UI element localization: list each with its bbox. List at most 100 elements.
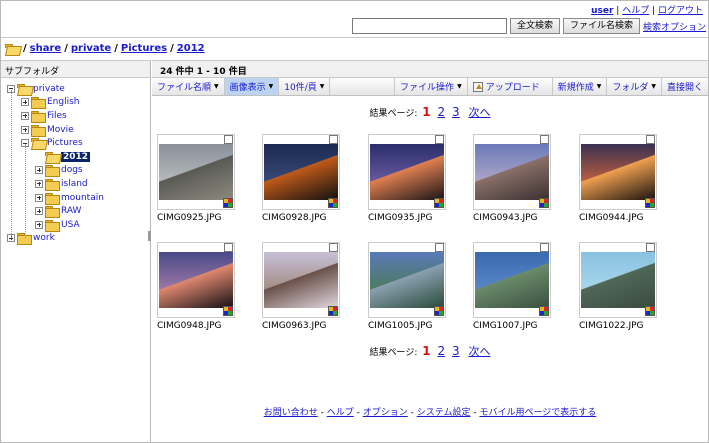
next-page-link[interactable]: 次へ (469, 345, 491, 358)
footer-link[interactable]: システム設定 (417, 408, 471, 418)
select-checkbox[interactable] (329, 135, 338, 144)
tree-node-label[interactable]: work (33, 233, 55, 243)
page-link[interactable]: 3 (452, 105, 460, 119)
thumbnail[interactable] (473, 242, 551, 318)
tree-node-usa[interactable]: USA (1, 218, 150, 232)
file-tile[interactable]: CIMG0963.JPG (262, 242, 340, 331)
user-link[interactable]: user (591, 6, 613, 16)
tree-node-label[interactable]: private (33, 84, 65, 94)
thumbnail[interactable] (368, 242, 446, 318)
file-name[interactable]: CIMG0935.JPG (368, 213, 446, 223)
tree-node-work[interactable]: work (1, 232, 150, 246)
page-link[interactable]: 2 (437, 344, 445, 358)
help-link[interactable]: ヘルプ (622, 6, 649, 16)
tree-node-label[interactable]: mountain (61, 193, 104, 203)
pane-splitter[interactable] (148, 231, 151, 241)
open-direct-button[interactable]: 直接開く (662, 78, 708, 95)
select-checkbox[interactable] (329, 243, 338, 252)
select-checkbox[interactable] (435, 135, 444, 144)
expand-icon[interactable] (35, 179, 43, 188)
thumbnail[interactable] (473, 134, 551, 210)
file-tile[interactable]: CIMG0935.JPG (368, 134, 446, 223)
breadcrumb-private[interactable]: private (71, 43, 111, 54)
select-checkbox[interactable] (540, 243, 549, 252)
file-tile[interactable]: CIMG1022.JPG (579, 242, 657, 331)
thumbnail[interactable] (262, 242, 340, 318)
new-menu[interactable]: 新規作成 ▼ (553, 78, 608, 95)
select-checkbox[interactable] (224, 135, 233, 144)
file-name[interactable]: CIMG0963.JPG (262, 321, 340, 331)
view-menu[interactable]: 画像表示 ▼ (224, 78, 280, 95)
tree-node-label[interactable]: Movie (47, 125, 74, 135)
file-tile[interactable]: CIMG0928.JPG (262, 134, 340, 223)
tree-node-pictures[interactable]: Pictures (1, 136, 150, 150)
select-checkbox[interactable] (435, 243, 444, 252)
footer-link[interactable]: オプション (363, 408, 408, 418)
tree-node-label[interactable]: English (47, 97, 80, 107)
file-tile[interactable]: CIMG1007.JPG (473, 242, 551, 331)
thumbnail[interactable] (157, 242, 235, 318)
expand-icon[interactable] (35, 207, 43, 216)
file-name[interactable]: CIMG0928.JPG (262, 213, 340, 223)
search-options-link[interactable]: 検索オプション (643, 20, 706, 33)
file-name[interactable]: CIMG0943.JPG (473, 213, 551, 223)
file-tile[interactable]: CIMG0944.JPG (579, 134, 657, 223)
breadcrumb-2012[interactable]: 2012 (177, 43, 205, 54)
tree-node-label[interactable]: RAW (61, 206, 81, 216)
logout-link[interactable]: ログアウト (658, 6, 703, 16)
filename-search-button[interactable]: ファイル名検索 (563, 18, 641, 34)
file-tile[interactable]: CIMG1005.JPG (368, 242, 446, 331)
footer-link[interactable]: お問い合わせ (264, 408, 318, 418)
file-tile[interactable]: CIMG0943.JPG (473, 134, 551, 223)
per-page-menu[interactable]: 10件/頁 ▼ (279, 78, 331, 95)
file-ops-menu[interactable]: ファイル操作 ▼ (395, 78, 468, 95)
tree-node-label[interactable]: island (61, 179, 88, 189)
file-name[interactable]: CIMG1005.JPG (368, 321, 446, 331)
thumbnail[interactable] (579, 134, 657, 210)
tree-node-label[interactable]: dogs (61, 165, 83, 175)
file-name[interactable]: CIMG1022.JPG (579, 321, 657, 331)
page-link[interactable]: 3 (452, 344, 460, 358)
tree-node-label[interactable]: Pictures (47, 138, 83, 148)
tree-node-movie[interactable]: Movie (1, 123, 150, 137)
folder-menu[interactable]: フォルダ ▼ (607, 78, 662, 95)
thumbnail[interactable] (157, 134, 235, 210)
select-checkbox[interactable] (540, 135, 549, 144)
tree-node-dogs[interactable]: dogs (1, 164, 150, 178)
expand-icon[interactable] (35, 193, 43, 202)
thumbnail[interactable] (579, 242, 657, 318)
fulltext-search-button[interactable]: 全文検索 (510, 18, 561, 34)
next-page-link[interactable]: 次へ (469, 106, 491, 119)
footer-link[interactable]: モバイル用ページで表示する (479, 408, 596, 418)
tree-node-private[interactable]: private (1, 82, 150, 96)
breadcrumb-pictures[interactable]: Pictures (121, 43, 167, 54)
expand-icon[interactable] (35, 220, 43, 229)
select-checkbox[interactable] (646, 243, 655, 252)
tree-node-files[interactable]: Files (1, 109, 150, 123)
thumbnail[interactable] (368, 134, 446, 210)
tree-node-island[interactable]: island (1, 177, 150, 191)
file-name[interactable]: CIMG0925.JPG (157, 213, 235, 223)
tree-node-label[interactable]: Files (47, 111, 67, 121)
expand-icon[interactable] (35, 166, 43, 175)
file-tile[interactable]: CIMG0925.JPG (157, 134, 235, 223)
upload-button[interactable]: アップロード (468, 78, 553, 95)
file-name[interactable]: CIMG0948.JPG (157, 321, 235, 331)
page-link[interactable]: 2 (437, 105, 445, 119)
expand-icon[interactable] (21, 125, 29, 134)
file-tile[interactable]: CIMG0948.JPG (157, 242, 235, 331)
expand-icon[interactable] (21, 98, 29, 107)
tree-node-raw[interactable]: RAW (1, 204, 150, 219)
search-input[interactable] (352, 18, 507, 34)
select-checkbox[interactable] (646, 135, 655, 144)
thumbnail[interactable] (262, 134, 340, 210)
sort-menu[interactable]: ファイル名順 ▼ (152, 78, 225, 95)
tree-node-mountain[interactable]: mountain (1, 191, 150, 205)
tree-node-english[interactable]: English (1, 96, 150, 110)
file-name[interactable]: CIMG0944.JPG (579, 213, 657, 223)
footer-link[interactable]: ヘルプ (327, 408, 354, 418)
breadcrumb-share[interactable]: share (30, 43, 62, 54)
expand-icon[interactable] (21, 111, 29, 120)
tree-node-label[interactable]: USA (61, 220, 80, 230)
tree-node-2012[interactable]: 2012 (1, 150, 150, 164)
